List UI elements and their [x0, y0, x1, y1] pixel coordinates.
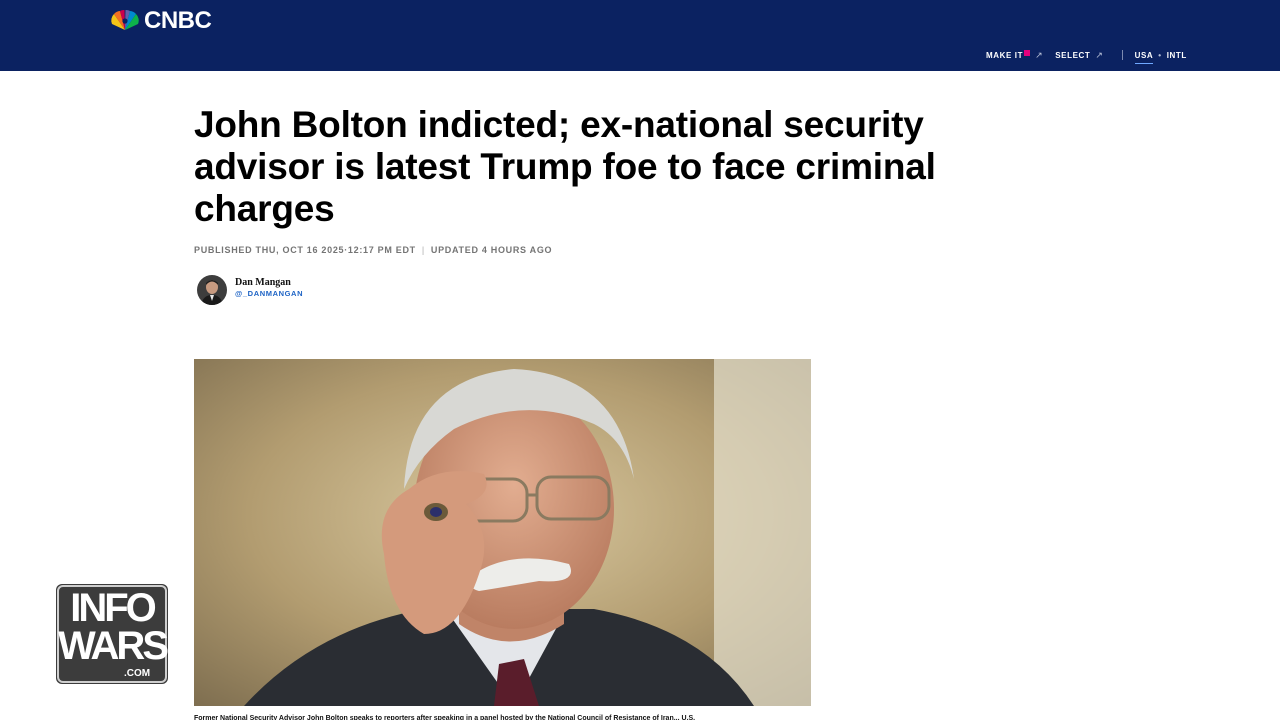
author-photo-icon — [197, 275, 227, 305]
external-link-icon: ↗ — [1035, 49, 1044, 60]
author-info: Dan Mangan @_DANMANGAN — [235, 277, 303, 299]
nav-make-it-label: MAKE IT — [986, 50, 1024, 60]
nav-select[interactable]: SELECT ↗ — [1055, 50, 1103, 61]
image-caption: Former National Security Advisor John Bo… — [194, 715, 696, 720]
author-avatar[interactable] — [197, 275, 227, 305]
top-nav-bar: CNBC MAKE IT ↗ SELECT ↗ USA • INTL — [0, 0, 1280, 71]
article-timestamp: PUBLISHED THU, OCT 16 2025·12:17 PM EDT |… — [194, 245, 552, 255]
article-hero-image — [194, 359, 811, 706]
timestamp-divider: | — [421, 245, 425, 255]
author-handle[interactable]: @_DANMANGAN — [235, 289, 303, 299]
watermark-line-3: .COM — [123, 668, 151, 679]
edition-separator-dot: • — [1158, 50, 1162, 60]
peacock-icon — [111, 10, 139, 30]
updated-time: UPDATED 4 HOURS AGO — [430, 245, 553, 255]
logo-wordmark: CNBC — [144, 7, 212, 34]
edition-intl[interactable]: INTL — [1167, 51, 1187, 60]
author-name[interactable]: Dan Mangan — [235, 277, 303, 289]
author-byline: Dan Mangan @_DANMANGAN — [197, 275, 303, 305]
cnbc-logo[interactable]: CNBC — [108, 7, 212, 34]
make-it-mark-icon — [1024, 50, 1031, 56]
article-headline: John Bolton indicted; ex-national securi… — [194, 104, 936, 229]
nav-make-it[interactable]: MAKE IT ↗ — [986, 50, 1043, 61]
nav-divider — [1121, 50, 1123, 60]
edition-usa[interactable]: USA — [1134, 51, 1154, 64]
external-link-icon: ↗ — [1095, 49, 1104, 60]
published-time: PUBLISHED THU, OCT 16 2025·12:17 PM EDT — [194, 245, 416, 255]
top-nav-links: MAKE IT ↗ SELECT ↗ USA • INTL — [986, 49, 1187, 64]
infowars-watermark: INFO WARS .COM — [54, 582, 170, 686]
watermark-line-1: INFO — [70, 586, 157, 630]
watermark-line-2: WARS — [58, 624, 169, 668]
nav-select-label: SELECT — [1055, 50, 1091, 60]
photo-of-john-bolton-icon — [194, 359, 811, 706]
